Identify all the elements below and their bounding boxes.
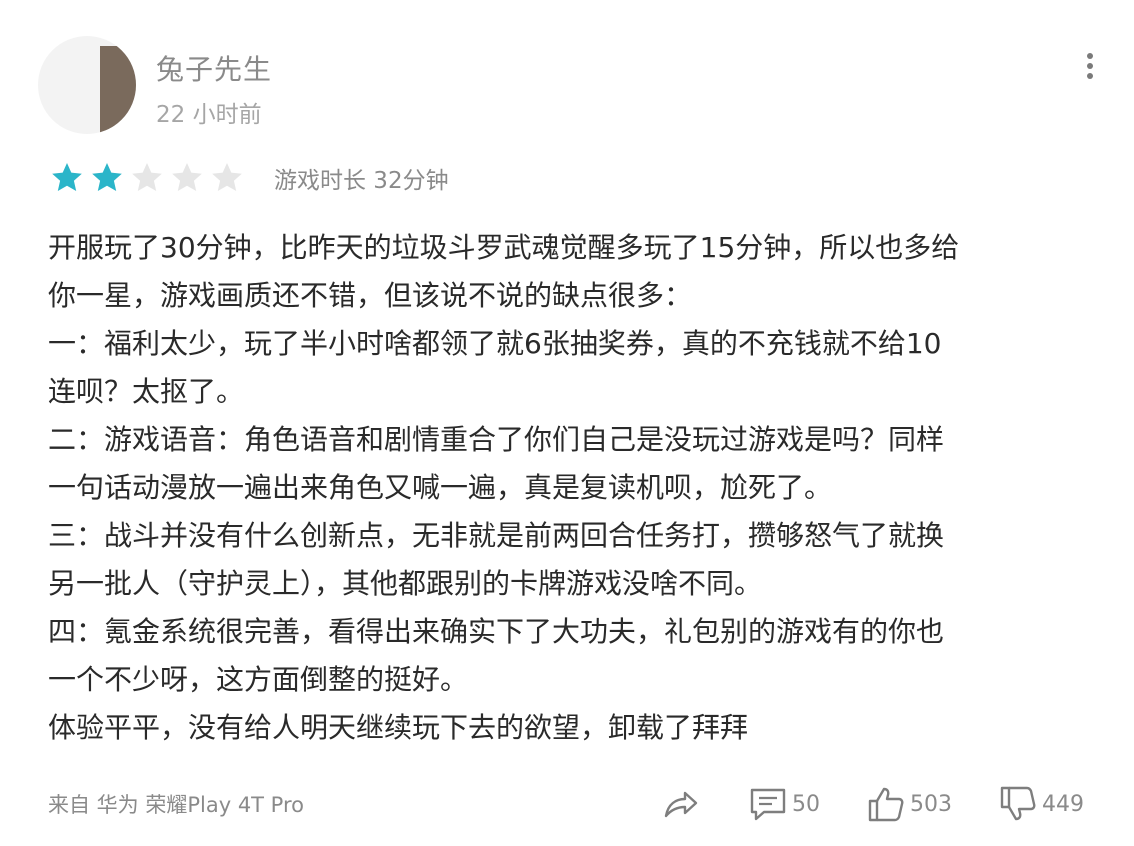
star-empty-icon — [132, 163, 162, 191]
review-line: 开服玩了30分钟，比昨天的垃圾斗罗武魂觉醒多玩了15分钟，所以也多给 — [48, 231, 960, 264]
thumbs-up-icon — [868, 787, 904, 822]
review-line: 另一批人（守护灵上），其他都跟别的卡牌游戏没啥不同。 — [48, 567, 763, 600]
avatar[interactable] — [38, 36, 136, 134]
review-line: 一个不少呀，这方面倒整的挺好。 — [48, 663, 469, 696]
like-button[interactable]: 503 — [866, 782, 952, 826]
comment-count: 50 — [792, 791, 820, 817]
review-line: 连呗？太抠了。 — [48, 375, 245, 408]
review-line: 一句话动漫放一遍出来角色又喊一遍，真是复读机呗，尬死了。 — [48, 471, 833, 504]
more-options-button[interactable] — [1078, 50, 1102, 82]
star-empty-icon — [212, 163, 242, 191]
dislike-button[interactable]: 449 — [998, 782, 1084, 826]
username[interactable]: 兔子先生 — [156, 48, 272, 88]
star-filled-icon — [52, 163, 82, 191]
review-line: 四：氪金系统很完善，看得出来确实下了大功夫，礼包别的游戏有的你也 — [48, 615, 945, 648]
review-card: 兔子先生 22 小时前 游戏时长 32分钟 开服玩了30分钟，比昨天的垃圾斗罗武… — [0, 0, 1134, 846]
review-line: 你一星，游戏画质还不错，但该说不说的缺点很多： — [48, 279, 693, 312]
share-button[interactable] — [660, 782, 704, 826]
star-empty-icon — [172, 163, 202, 191]
review-text: 开服玩了30分钟，比昨天的垃圾斗罗武魂觉醒多玩了15分钟，所以也多给 你一星，游戏… — [48, 224, 1098, 752]
rating-row: 游戏时长 32分钟 — [50, 158, 449, 198]
dislike-count: 449 — [1042, 791, 1084, 817]
review-line: 二：游戏语音：角色语音和剧情重合了你们自己是没玩过游戏是吗？同样 — [48, 423, 945, 456]
share-arrow-icon — [664, 791, 698, 818]
like-count: 503 — [910, 791, 952, 817]
star-rating — [50, 161, 250, 195]
device-label: 来自 华为 荣耀Play 4T Pro — [48, 793, 304, 817]
more-vertical-icon — [1087, 53, 1093, 79]
review-line: 体验平平，没有给人明天继续玩下去的欲望，卸载了拜拜 — [48, 711, 749, 744]
review-line: 三：战斗并没有什么创新点，无非就是前两回合任务打，攒够怒气了就换 — [48, 519, 945, 552]
avatar-image — [100, 46, 136, 134]
playtime-label: 游戏时长 32分钟 — [274, 168, 449, 194]
comment-button[interactable]: 50 — [748, 782, 820, 826]
thumbs-down-icon — [1000, 786, 1036, 821]
review-line: 一：福利太少，玩了半小时啥都领了就6张抽奖券，真的不充钱就不给10 — [48, 327, 942, 360]
post-time: 22 小时前 — [156, 102, 262, 128]
comment-icon — [750, 788, 786, 821]
star-filled-icon — [92, 163, 122, 191]
